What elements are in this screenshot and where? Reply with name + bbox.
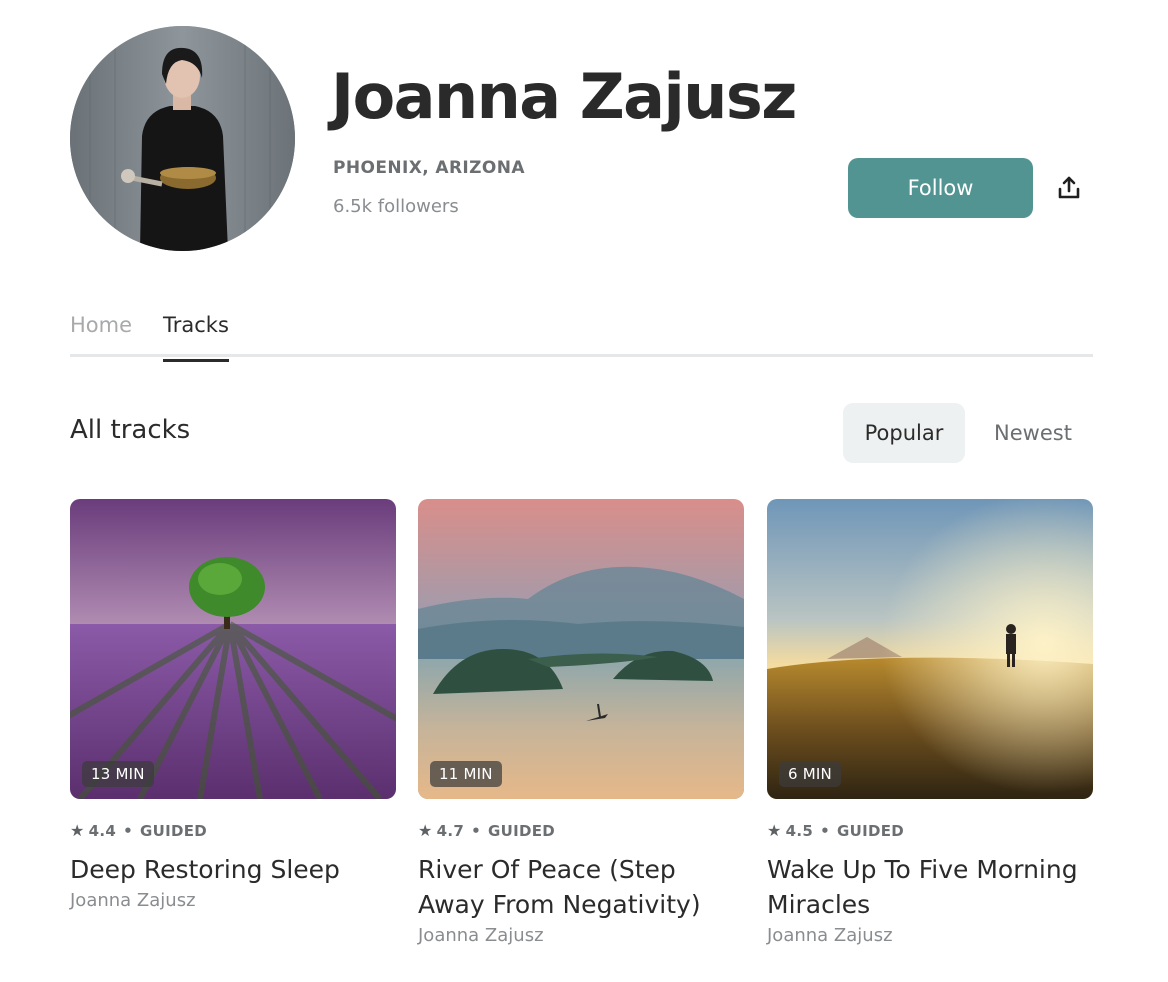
star-icon: ★ — [70, 821, 85, 840]
section-title: All tracks — [70, 415, 191, 445]
follower-count: 6.5k followers — [333, 196, 459, 217]
track-type: GUIDED — [140, 821, 208, 840]
tab-home[interactable]: Home — [70, 313, 132, 351]
avatar — [70, 26, 295, 251]
profile-name: Joanna Zajusz — [331, 60, 797, 133]
sort-newest-button[interactable]: Newest — [978, 403, 1088, 463]
track-author[interactable]: Joanna Zajusz — [767, 925, 1093, 946]
track-rating: 4.4 — [88, 821, 117, 840]
track-title[interactable]: Wake Up To Five Morning Miracles — [767, 852, 1093, 922]
track-type: GUIDED — [837, 821, 905, 840]
share-icon[interactable] — [1053, 172, 1085, 204]
track-meta: ★ 4.7 • GUIDED — [418, 821, 744, 840]
track-rating: 4.5 — [785, 821, 814, 840]
profile-page: Joanna Zajusz PHOENIX, ARIZONA 6.5k foll… — [0, 0, 1168, 982]
track-card[interactable]: 6 MIN ★ 4.5 • GUIDED Wake Up To Five Mor… — [767, 499, 1093, 946]
duration-badge: 6 MIN — [779, 761, 841, 787]
track-thumbnail[interactable]: 11 MIN — [418, 499, 744, 799]
track-author[interactable]: Joanna Zajusz — [418, 925, 744, 946]
sort-popular-button[interactable]: Popular — [843, 403, 965, 463]
profile-location: PHOENIX, ARIZONA — [333, 158, 525, 178]
duration-badge: 11 MIN — [430, 761, 502, 787]
track-title[interactable]: River Of Peace (Step Away From Negativit… — [418, 852, 744, 922]
track-rating: 4.7 — [436, 821, 465, 840]
track-type: GUIDED — [488, 821, 556, 840]
separator-dot: • — [471, 821, 482, 840]
track-card[interactable]: 11 MIN ★ 4.7 • GUIDED River Of Peace (St… — [418, 499, 744, 946]
track-thumbnail[interactable]: 13 MIN — [70, 499, 396, 799]
separator-dot: • — [820, 821, 831, 840]
separator-dot: • — [123, 821, 134, 840]
track-author[interactable]: Joanna Zajusz — [70, 890, 396, 911]
profile-tabs: Home Tracks — [70, 305, 1093, 362]
star-icon: ★ — [767, 821, 782, 840]
track-meta: ★ 4.5 • GUIDED — [767, 821, 1093, 840]
tab-tracks[interactable]: Tracks — [163, 313, 229, 362]
star-icon: ★ — [418, 821, 433, 840]
duration-badge: 13 MIN — [82, 761, 154, 787]
track-title[interactable]: Deep Restoring Sleep — [70, 852, 396, 887]
track-thumbnail[interactable]: 6 MIN — [767, 499, 1093, 799]
track-card[interactable]: 13 MIN ★ 4.4 • GUIDED Deep Restoring Sle… — [70, 499, 396, 911]
track-meta: ★ 4.4 • GUIDED — [70, 821, 396, 840]
follow-button[interactable]: Follow — [848, 158, 1033, 218]
